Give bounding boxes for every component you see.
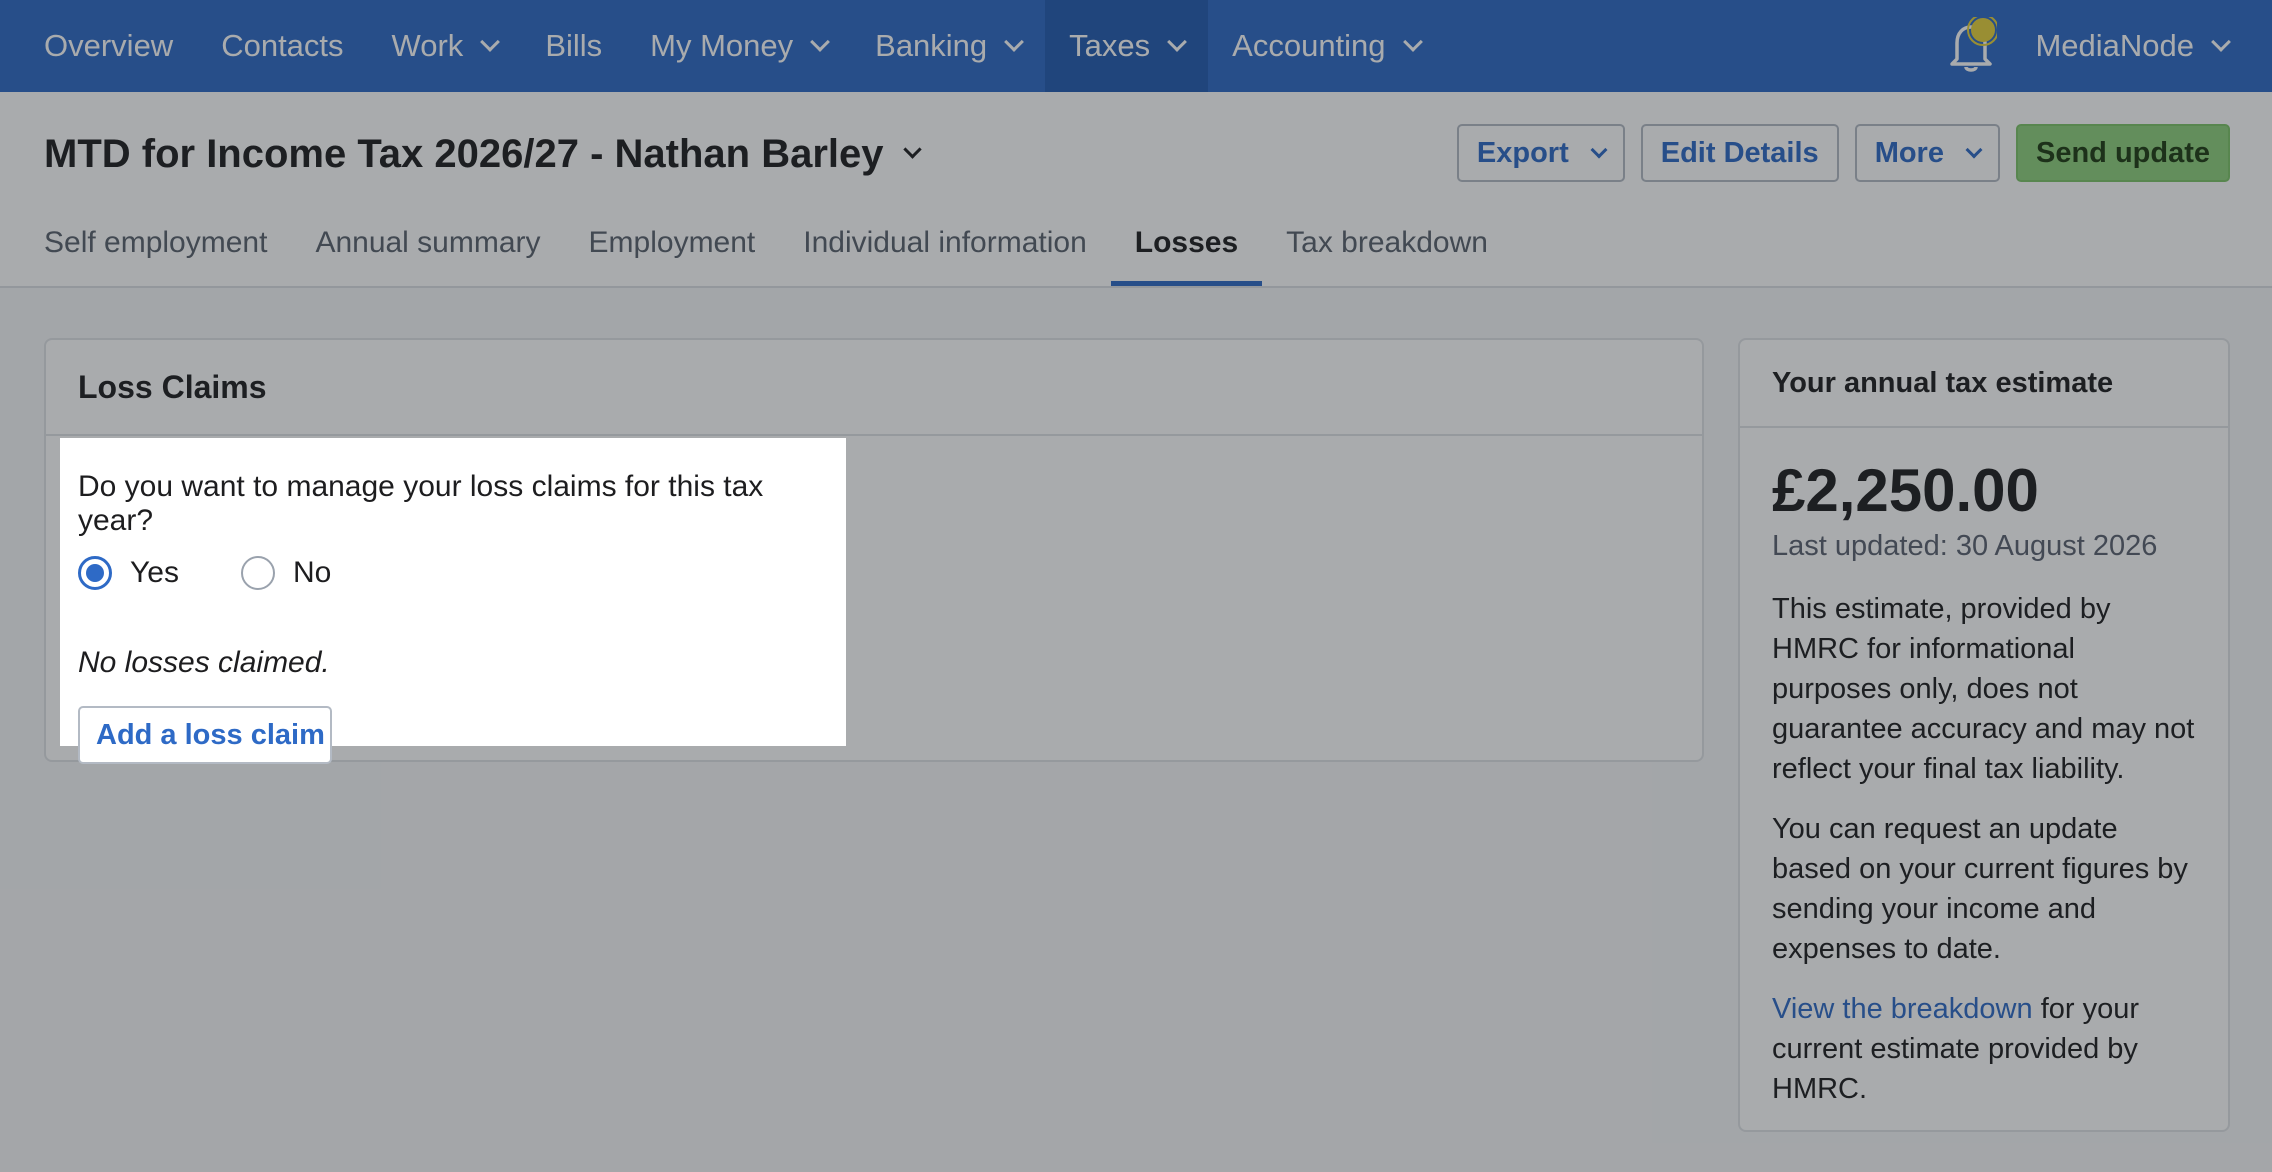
add-loss-claim-button[interactable]: Add a loss claim: [78, 706, 332, 764]
manage-claims-question: Do you want to manage your loss claims f…: [78, 470, 764, 537]
radio-no-control[interactable]: [240, 556, 275, 590]
radio-yes[interactable]: Yes: [78, 556, 179, 590]
radio-no-label: No: [292, 556, 332, 589]
add-loss-claim-label: Add a loss claim: [96, 718, 325, 751]
manage-claims-radio-group: Yes No: [78, 556, 828, 590]
radio-no[interactable]: No: [240, 556, 332, 590]
radio-yes-control[interactable]: [78, 556, 112, 590]
radio-yes-label: Yes: [130, 556, 179, 589]
no-losses-text: No losses claimed.: [78, 646, 330, 679]
loss-claims-form: Do you want to manage your loss claims f…: [60, 438, 846, 764]
